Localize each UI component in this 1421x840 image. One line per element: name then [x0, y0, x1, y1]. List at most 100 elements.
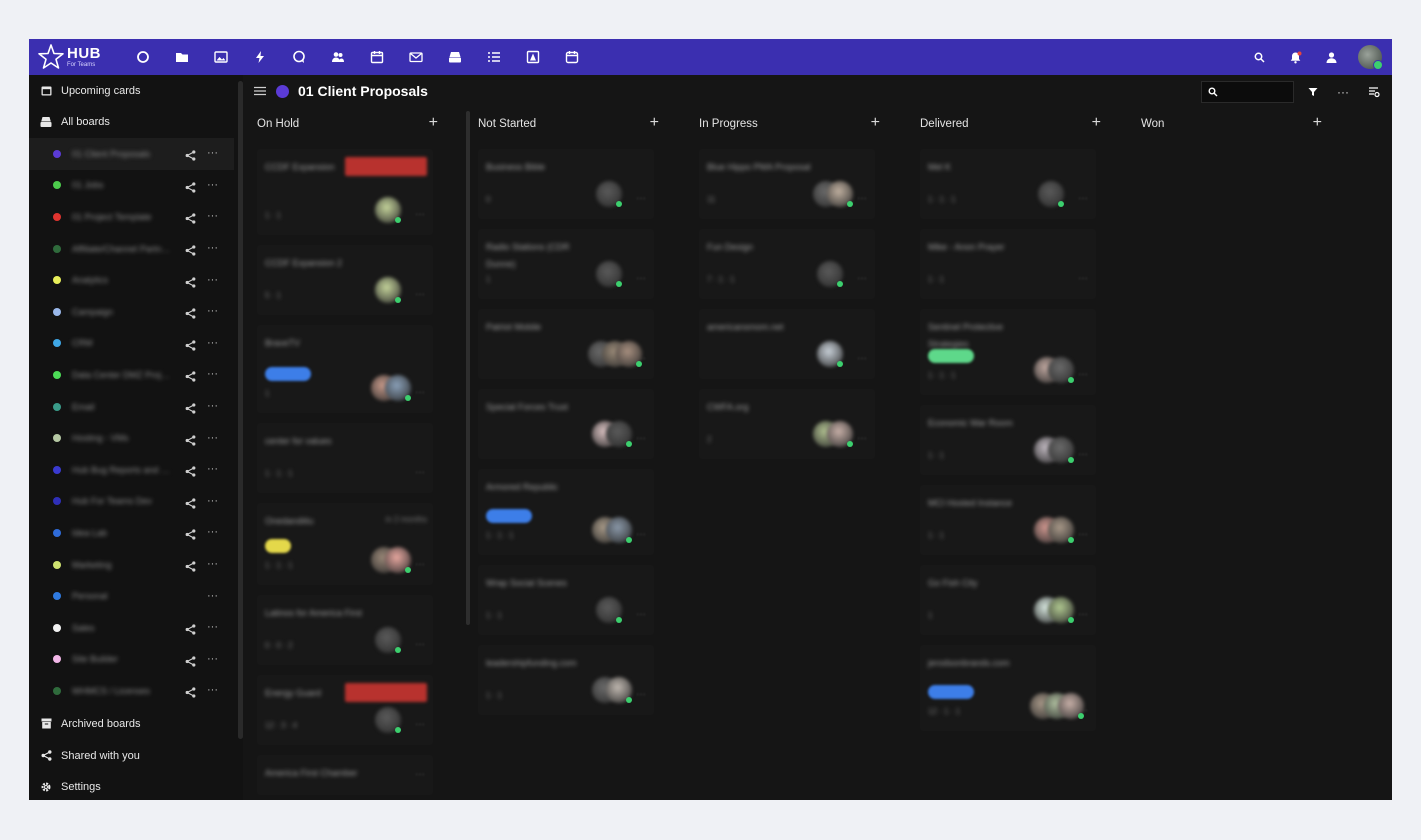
sidebar-board-item[interactable]: 01 Project Template ···: [29, 201, 234, 233]
board-settings-button[interactable]: [1367, 85, 1381, 99]
card-more-icon[interactable]: ···: [415, 769, 425, 780]
kanban-card[interactable]: Mike - Anon Prayer 1 · 1 ···: [920, 229, 1096, 299]
add-card-icon[interactable]: +: [1313, 115, 1322, 131]
kanban-card[interactable]: Fun Design 7 · 1 · 1 ···: [699, 229, 875, 299]
board-more-icon[interactable]: ···: [207, 464, 218, 475]
sidebar-board-item[interactable]: CRM ···: [29, 328, 234, 360]
board-more-icon[interactable]: ···: [207, 495, 218, 507]
sidebar-board-item[interactable]: Personal ···: [29, 580, 234, 612]
board-search-box[interactable]: [1201, 81, 1294, 103]
share-icon[interactable]: [185, 685, 196, 699]
board-more-icon[interactable]: ···: [207, 559, 218, 570]
kanban-card[interactable]: jerodsonbrands.com12 · 1 · 1···: [920, 645, 1096, 731]
kanban-card[interactable]: Blue Hippo PMA Proposal 11 ···: [699, 149, 875, 219]
kanban-card[interactable]: Go Fish City 1 ···: [920, 565, 1096, 635]
sidebar-board-item[interactable]: Analytics ···: [29, 264, 234, 296]
kanban-card[interactable]: Sentinel Protective Strategies 1 · 1 · 1 ·…: [920, 309, 1096, 395]
card-more-icon[interactable]: ···: [415, 467, 425, 478]
share-icon[interactable]: [185, 306, 196, 319]
share-icon[interactable]: [185, 180, 196, 193]
sidebar-board-item[interactable]: Campaign ···: [29, 296, 234, 328]
board-more-icon[interactable]: ···: [207, 590, 218, 602]
kanban-card[interactable]: America First Chamber ···: [257, 755, 433, 795]
kanban-card[interactable]: Onedandiitu in 2 months 1 · 1 · 1 ···: [257, 503, 433, 585]
share-icon[interactable]: [185, 243, 196, 256]
sidebar-archived-boards[interactable]: Archived boards: [29, 708, 234, 739]
add-card-icon[interactable]: +: [1092, 115, 1101, 131]
card-more-icon[interactable]: ···: [415, 289, 425, 300]
filter-button[interactable]: [1306, 85, 1320, 99]
user-menu-button[interactable]: [1322, 48, 1340, 66]
card-more-icon[interactable]: ···: [1078, 529, 1088, 540]
nav-mail[interactable]: [396, 39, 435, 75]
nav-files[interactable]: [162, 39, 201, 75]
sidebar-board-item[interactable]: Idea Lab ···: [29, 517, 234, 549]
card-more-icon[interactable]: ···: [415, 639, 425, 650]
card-more-icon[interactable]: ···: [857, 353, 867, 364]
notifications-button[interactable]: [1286, 48, 1304, 66]
card-more-icon[interactable]: ···: [636, 529, 646, 540]
card-more-icon[interactable]: ···: [857, 193, 867, 204]
kanban-card[interactable]: CWFA.org 2 ···: [699, 389, 875, 459]
board-more-icon[interactable]: ···: [207, 685, 218, 696]
kanban-card[interactable]: Special Forces Trust ···: [478, 389, 654, 459]
kanban-card[interactable]: Mel K 1 · 1 · 1 ···: [920, 149, 1096, 219]
share-icon[interactable]: [185, 275, 196, 288]
sidebar-board-item[interactable]: Email ···: [29, 391, 234, 423]
add-card-icon[interactable]: +: [650, 115, 659, 131]
card-more-icon[interactable]: ···: [636, 689, 646, 700]
card-more-icon[interactable]: ···: [1078, 273, 1088, 284]
share-icon[interactable]: [185, 433, 196, 446]
sidebar-board-item[interactable]: Marketing ···: [29, 549, 234, 581]
add-card-icon[interactable]: +: [429, 115, 438, 131]
share-icon[interactable]: [185, 496, 196, 509]
card-more-icon[interactable]: ···: [1078, 369, 1088, 380]
card-more-icon[interactable]: ···: [857, 433, 867, 444]
board-more-icon[interactable]: ···: [207, 401, 218, 412]
sidebar-all-boards[interactable]: All boards: [29, 106, 234, 137]
sidebar-board-item[interactable]: Affiliate/Channel Partners ···: [29, 233, 234, 265]
card-more-icon[interactable]: ···: [636, 273, 646, 284]
board-more-icon[interactable]: ···: [207, 179, 218, 191]
global-search-button[interactable]: [1250, 48, 1268, 66]
card-more-icon[interactable]: ···: [1078, 449, 1088, 460]
share-icon[interactable]: [185, 559, 196, 572]
card-more-icon[interactable]: ···: [415, 719, 425, 730]
more-options-button[interactable]: ···: [1336, 85, 1350, 99]
kanban-card[interactable]: Latinos for America First 0 · 0 · 2 ···: [257, 595, 433, 665]
kanban-card[interactable]: Wrap Social Scenes 1 · 1 ···: [478, 565, 654, 635]
nav-automations[interactable]: [240, 39, 279, 75]
share-icon[interactable]: [185, 369, 196, 383]
card-more-icon[interactable]: ···: [636, 193, 646, 204]
nav-images[interactable]: [201, 39, 240, 75]
card-more-icon[interactable]: ···: [415, 387, 425, 398]
kanban-card[interactable]: BraveTV 1 ···: [257, 325, 433, 413]
board-search-input[interactable]: [1222, 86, 1292, 98]
sidebar-board-item[interactable]: Hub Bug Reports and Issues ···: [29, 454, 234, 486]
sidebar-board-item[interactable]: WHMCS / Licenses ···: [29, 675, 234, 707]
kanban-card[interactable]: Economic War Room 1 · 1 ···: [920, 405, 1096, 475]
share-icon[interactable]: [185, 464, 196, 477]
share-icon[interactable]: [185, 401, 196, 414]
sidebar-board-item[interactable]: Hub For Teams Dev ···: [29, 486, 234, 518]
profile-avatar[interactable]: [1358, 45, 1383, 70]
board-more-icon[interactable]: ···: [207, 274, 218, 286]
add-card-icon[interactable]: +: [871, 115, 880, 131]
card-more-icon[interactable]: ···: [857, 273, 867, 284]
nav-calendar[interactable]: [357, 39, 396, 75]
sidebar-board-item[interactable]: Data Center DMZ Project ···: [29, 359, 234, 391]
sidebar-board-item[interactable]: 01 Jobs ···: [29, 170, 234, 202]
hub-logo[interactable]: HUB For Teams: [29, 39, 121, 75]
sidebar-settings[interactable]: Settings: [29, 771, 234, 800]
menu-icon[interactable]: [254, 85, 266, 97]
kanban-card[interactable]: Energy Guard 12 · 3 · 4 ···: [257, 675, 433, 745]
sidebar-board-item[interactable]: Hosting - VMs ···: [29, 422, 234, 454]
card-more-icon[interactable]: ···: [1078, 193, 1088, 204]
board-more-icon[interactable]: ···: [207, 527, 218, 538]
board-more-icon[interactable]: ···: [207, 337, 218, 349]
board-more-icon[interactable]: ···: [207, 432, 218, 444]
nav-people[interactable]: [318, 39, 357, 75]
board-more-icon[interactable]: ···: [207, 306, 218, 317]
kanban-card[interactable]: americansmom.net ···: [699, 309, 875, 379]
kanban-card[interactable]: Business Bible 0 ···: [478, 149, 654, 219]
